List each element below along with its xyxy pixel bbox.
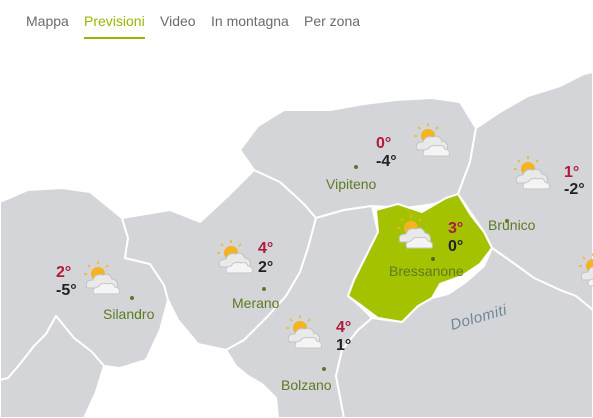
station-vipiteno-max: 0°: [376, 135, 391, 152]
weather-map: Dolomiti 0° -4° Vipiteno 1° -2° Brunico …: [0, 71, 593, 418]
station-brunico-name: Brunico: [488, 217, 536, 233]
station-bolzano-min: 1°: [336, 337, 351, 354]
station-bressanone-name: Bressanone: [389, 263, 464, 279]
station-brunico-min: -2°: [564, 181, 585, 198]
station-bolzano-marker: [322, 367, 326, 371]
station-merano-min: 2°: [258, 259, 273, 276]
station-silandro-max: 2°: [56, 264, 71, 281]
region-shapes: [0, 71, 593, 418]
station-brunico-max: 1°: [564, 164, 579, 181]
station-merano-name: Merano: [232, 295, 280, 311]
station-bressanone-marker: [431, 257, 435, 261]
station-silandro-name: Silandro: [103, 306, 155, 322]
station-bressanone-min: 0°: [448, 238, 463, 255]
station-vipiteno-name: Vipiteno: [326, 176, 377, 192]
station-bolzano-max: 4°: [336, 319, 351, 336]
station-merano-max: 4°: [258, 240, 273, 257]
station-bressanone-max: 3°: [448, 220, 463, 237]
station-silandro-min: -5°: [56, 282, 77, 299]
station-vipiteno-marker: [354, 165, 358, 169]
station-merano-marker: [262, 287, 266, 291]
station-vipiteno-min: -4°: [376, 153, 397, 170]
station-bolzano-name: Bolzano: [281, 377, 332, 393]
station-silandro-marker: [130, 296, 134, 300]
